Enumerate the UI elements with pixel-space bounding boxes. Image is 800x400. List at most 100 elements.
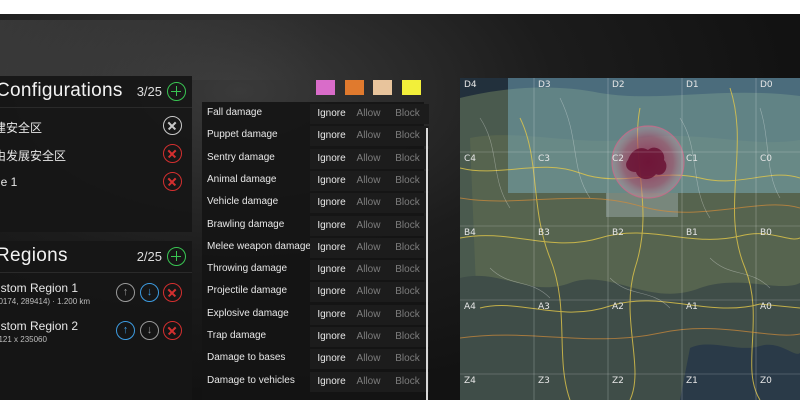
remove-configuration-button[interactable] — [163, 116, 182, 135]
map-grid-label: B4 — [464, 228, 476, 238]
move-up-icon[interactable]: ↑ — [116, 321, 135, 340]
block-option[interactable]: Block — [386, 304, 429, 325]
allow-option[interactable]: Allow — [347, 349, 390, 370]
region-item[interactable]: ustom Region 1 50174, 289414) · 1.200 km… — [0, 275, 192, 313]
map-grid-label: C4 — [464, 154, 477, 164]
block-option[interactable]: Block — [386, 371, 429, 392]
allow-option[interactable]: Allow — [347, 170, 390, 191]
block-option[interactable]: Block — [386, 170, 429, 191]
allow-option[interactable]: Allow — [347, 282, 390, 303]
map-grid-label: C3 — [538, 154, 551, 164]
allow-option[interactable]: Allow — [347, 260, 390, 281]
add-configuration-button[interactable] — [167, 82, 186, 101]
allow-option[interactable]: Allow — [347, 237, 390, 258]
add-region-button[interactable] — [167, 247, 186, 266]
map-grid-label: A2 — [612, 302, 624, 312]
region-name: ustom Region 2 — [0, 319, 79, 333]
configuration-item[interactable]: ne 1 — [0, 168, 192, 196]
region-item[interactable]: ustom Region 2 3121 x 235060 ↑ ↓ — [0, 313, 192, 351]
regions-count: 2/25 — [136, 249, 162, 264]
damage-type-label: Throwing damage — [207, 263, 288, 275]
damage-type-label: Brawling damage — [207, 218, 285, 230]
allow-option[interactable]: Allow — [347, 104, 390, 124]
move-up-icon[interactable]: ↑ — [116, 283, 135, 302]
damage-row: Melee weapon damage Ignore Allow Block — [202, 237, 429, 258]
map-canvas — [460, 78, 800, 400]
background-texture — [0, 20, 460, 80]
damage-row: Trap damage Ignore Allow Block — [202, 327, 429, 347]
allow-option[interactable]: Allow — [347, 215, 390, 236]
map-grid-label: A0 — [760, 302, 772, 312]
allow-option[interactable]: Allow — [347, 327, 390, 347]
map-grid-label: D2 — [612, 80, 625, 90]
damage-row: Throwing damage Ignore Allow Block — [202, 260, 429, 281]
block-option[interactable]: Block — [386, 193, 429, 214]
configurations-header: Configurations 3/25 — [0, 76, 192, 108]
configurations-count: 3/25 — [136, 84, 162, 99]
block-option[interactable]: Block — [386, 148, 429, 169]
allow-option[interactable]: Allow — [347, 304, 390, 325]
region-name: ustom Region 1 — [0, 281, 79, 295]
damage-type-label: Melee weapon damage — [207, 240, 311, 252]
regions-panel: Regions 2/25 ustom Region 1 50174, 28941… — [0, 241, 192, 400]
map-grid-label: Z0 — [760, 376, 772, 386]
block-option[interactable]: Block — [386, 327, 429, 347]
swatch-pink[interactable] — [316, 80, 335, 95]
block-option[interactable]: Block — [386, 237, 429, 258]
damage-type-label: Explosive damage — [207, 307, 289, 319]
configurations-panel: Configurations 3/25 建安全区 由发展安全区 ne 1 — [0, 76, 192, 232]
configuration-item[interactable]: 由发展安全区 — [0, 140, 192, 168]
remove-region-button[interactable] — [163, 321, 182, 340]
block-option[interactable]: Block — [386, 260, 429, 281]
remove-region-button[interactable] — [163, 283, 182, 302]
swatch-peach[interactable] — [373, 80, 392, 95]
damage-type-label: Animal damage — [207, 173, 277, 185]
map-grid-label: B2 — [612, 228, 624, 238]
damage-type-label: Trap damage — [207, 330, 267, 341]
swatch-yellow[interactable] — [402, 80, 421, 95]
swatch-orange[interactable] — [345, 80, 364, 95]
damage-row: Projectile damage Ignore Allow Block — [202, 282, 429, 303]
map-view[interactable]: D4 D3 D2 D1 D0 C4 C3 C2 C1 C0 B4 B3 B2 B1 B0 A4 A3 A2 A1 A0… — [460, 78, 800, 400]
allow-option[interactable]: Allow — [347, 148, 390, 169]
map-grid-label: Z4 — [464, 376, 476, 386]
damage-type-label: Fall damage — [207, 107, 263, 118]
move-down-icon[interactable]: ↓ — [140, 283, 159, 302]
damage-row: Animal damage Ignore Allow Block — [202, 170, 429, 191]
regions-title: Regions — [0, 245, 68, 266]
damage-row: Puppet damage Ignore Allow Block — [202, 126, 429, 147]
damage-row: Damage to vehicles Ignore Allow Block — [202, 371, 429, 392]
damage-row: Damage to bases Ignore Allow Block — [202, 349, 429, 370]
damage-row: Vehicle damage Ignore Allow Block — [202, 193, 429, 214]
configurations-title: Configurations — [0, 80, 123, 101]
map-grid-label: D1 — [686, 80, 699, 90]
regions-header: Regions 2/25 — [0, 241, 192, 273]
map-grid-label: C0 — [760, 154, 773, 164]
remove-configuration-button[interactable] — [163, 144, 182, 163]
block-option[interactable]: Block — [386, 282, 429, 303]
block-option[interactable]: Block — [386, 126, 429, 147]
scrollbar[interactable] — [426, 128, 428, 400]
allow-option[interactable]: Allow — [347, 193, 390, 214]
configuration-item[interactable]: 建安全区 — [0, 112, 192, 140]
map-grid-label: C1 — [686, 154, 699, 164]
configuration-name: 建安全区 — [0, 121, 43, 135]
map-grid-label: Z1 — [686, 376, 698, 386]
damage-type-label: Damage to bases — [207, 352, 286, 364]
block-option[interactable]: Block — [386, 104, 429, 124]
damage-row: Sentry damage Ignore Allow Block — [202, 148, 429, 169]
damage-type-label: Projectile damage — [207, 285, 288, 297]
map-grid-label: A1 — [686, 302, 698, 312]
map-grid-label: B3 — [538, 228, 550, 238]
block-option[interactable]: Block — [386, 215, 429, 236]
allow-option[interactable]: Allow — [347, 126, 390, 147]
map-grid-label: D4 — [464, 80, 477, 90]
damage-row: Fall damage Ignore Allow Block — [202, 104, 429, 124]
configuration-name: ne 1 — [0, 175, 18, 189]
map-grid-label: A4 — [464, 302, 476, 312]
configuration-name: 由发展安全区 — [0, 149, 67, 163]
allow-option[interactable]: Allow — [347, 371, 390, 392]
block-option[interactable]: Block — [386, 349, 429, 370]
remove-configuration-button[interactable] — [163, 172, 182, 191]
move-down-icon[interactable]: ↓ — [140, 321, 159, 340]
